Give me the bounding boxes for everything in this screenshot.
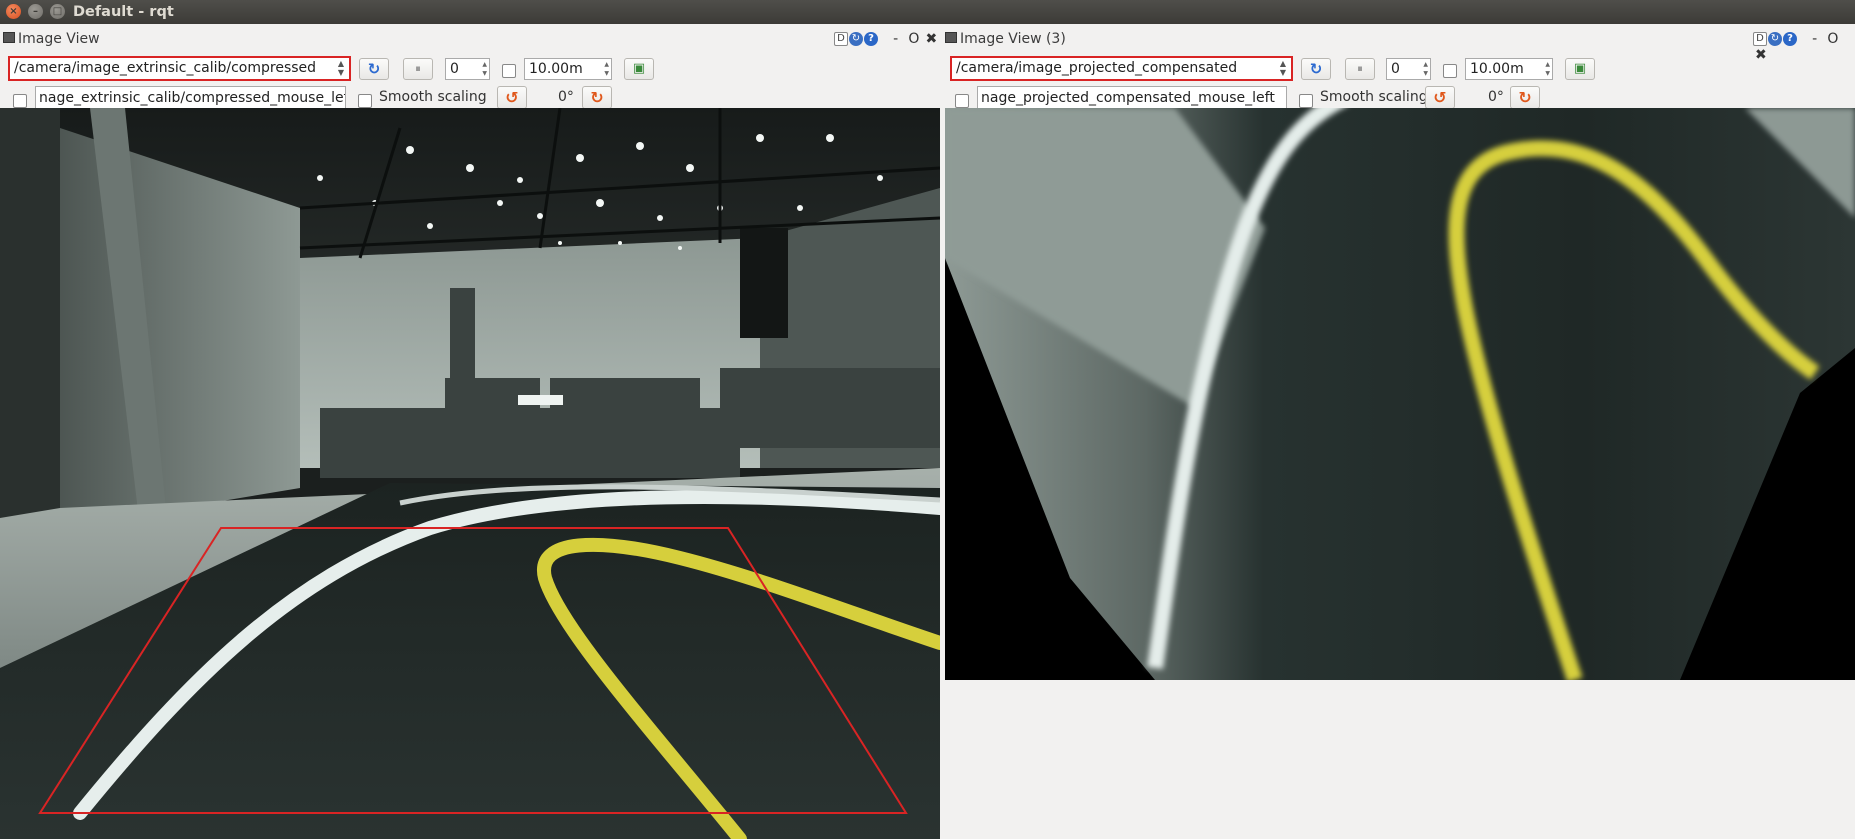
- spin-arrows-icon: ▲ ▼: [482, 61, 487, 77]
- left-rotate-left-button[interactable]: ↺: [497, 86, 527, 109]
- right-rotate-right-button[interactable]: ↻: [1510, 86, 1540, 109]
- right-smooth-scaling-label: Smooth scaling: [1320, 89, 1428, 105]
- left-topic-combobox[interactable]: /camera/image_extrinsic_calib/compressed…: [8, 56, 351, 81]
- window-titlebar: × – □ Default - rqt: [0, 0, 1855, 24]
- right-timeout-spinbox[interactable]: 10.00m ▲ ▼: [1465, 58, 1553, 80]
- right-topic-value: /camera/image_projected_compensated: [956, 60, 1238, 76]
- left-rotation-label: 0°: [558, 89, 574, 105]
- float-dock-button[interactable]: O: [1827, 31, 1838, 47]
- close-dock-button[interactable]: ✖: [1755, 47, 1767, 63]
- left-refresh-topics-button[interactable]: ↻: [359, 58, 389, 80]
- left-pane-title-label: Image View: [18, 31, 100, 47]
- left-mouse-topic-field[interactable]: nage_extrinsic_calib/compressed_mouse_le…: [35, 86, 346, 110]
- right-rotate-left-button[interactable]: ↺: [1425, 86, 1455, 109]
- spin-arrows-icon: ▲ ▼: [1423, 61, 1428, 77]
- window-minimize-button[interactable]: –: [28, 4, 43, 19]
- right-save-image-button[interactable]: ▣: [1565, 58, 1595, 80]
- left-save-image-button[interactable]: ▣: [624, 58, 654, 80]
- right-pause-button[interactable]: ⏸: [1345, 58, 1375, 80]
- left-mouse-publish-checkbox[interactable]: [13, 94, 27, 108]
- right-refresh-topics-button[interactable]: ↻: [1301, 58, 1331, 80]
- left-camera-image[interactable]: [0, 108, 940, 839]
- combobox-arrows-icon: ▲ ▼: [337, 59, 344, 77]
- right-mouse-topic-value: nage_projected_compensated_mouse_left: [981, 90, 1275, 106]
- close-dock-button[interactable]: ✖: [926, 31, 938, 47]
- help-icon[interactable]: ?: [864, 32, 878, 46]
- right-projected-scene: [945, 108, 1855, 680]
- dock-grip-icon[interactable]: [945, 32, 957, 43]
- combobox-arrows-icon: ▲ ▼: [1279, 59, 1286, 77]
- minimize-dock-button[interactable]: -: [1812, 31, 1817, 47]
- left-timeout-value: 10.00m: [529, 61, 583, 77]
- right-mouse-topic-field[interactable]: nage_projected_compensated_mouse_left: [977, 86, 1287, 110]
- right-topic-combobox[interactable]: /camera/image_projected_compensated ▲ ▼: [950, 56, 1293, 81]
- right-projected-image[interactable]: [945, 108, 1855, 680]
- right-smooth-scaling-checkbox[interactable]: [1299, 94, 1313, 108]
- left-mouse-topic-value: nage_extrinsic_calib/compressed_mouse_le…: [39, 90, 346, 106]
- left-pause-button[interactable]: ⏸: [403, 58, 433, 80]
- left-spinbox[interactable]: 0 ▲ ▼: [445, 58, 490, 80]
- spin-arrows-icon: ▲ ▼: [1545, 61, 1550, 77]
- right-pane-icons: D ↻? - O ✖: [1753, 31, 1855, 63]
- spin-arrows-icon: ▲ ▼: [604, 61, 609, 77]
- left-rotate-right-button[interactable]: ↻: [582, 86, 612, 109]
- minimize-dock-button[interactable]: -: [893, 31, 898, 47]
- window-maximize-button[interactable]: □: [50, 4, 65, 19]
- dock-grip-icon[interactable]: [3, 32, 15, 43]
- left-smooth-scaling-label: Smooth scaling: [379, 89, 487, 105]
- window-close-button[interactable]: ×: [6, 4, 21, 19]
- left-pane-title: Image View: [3, 31, 100, 47]
- window-title: Default - rqt: [73, 4, 174, 20]
- right-mouse-publish-checkbox[interactable]: [955, 94, 969, 108]
- right-spinbox-value: 0: [1391, 61, 1400, 77]
- d-icon[interactable]: D: [1753, 32, 1767, 46]
- right-pane-title: Image View (3): [945, 31, 1066, 47]
- right-timeout-value: 10.00m: [1470, 61, 1524, 77]
- right-timeout-checkbox[interactable]: [1443, 64, 1457, 78]
- left-timeout-checkbox[interactable]: [502, 64, 516, 78]
- right-rotation-label: 0°: [1488, 89, 1504, 105]
- right-spinbox[interactable]: 0 ▲ ▼: [1386, 58, 1431, 80]
- reload-icon[interactable]: ↻: [1768, 32, 1782, 46]
- left-timeout-spinbox[interactable]: 10.00m ▲ ▼: [524, 58, 612, 80]
- left-smooth-scaling-checkbox[interactable]: [358, 94, 372, 108]
- d-icon[interactable]: D: [834, 32, 848, 46]
- left-spinbox-value: 0: [450, 61, 459, 77]
- float-dock-button[interactable]: O: [908, 31, 919, 47]
- reload-icon[interactable]: ↻: [849, 32, 863, 46]
- left-topic-value: /camera/image_extrinsic_calib/compressed: [14, 60, 317, 76]
- right-pane-title-label: Image View (3): [960, 31, 1066, 47]
- help-icon[interactable]: ?: [1783, 32, 1797, 46]
- left-camera-scene: [0, 108, 940, 839]
- left-pane-icons: D ↻? - O ✖: [834, 31, 937, 47]
